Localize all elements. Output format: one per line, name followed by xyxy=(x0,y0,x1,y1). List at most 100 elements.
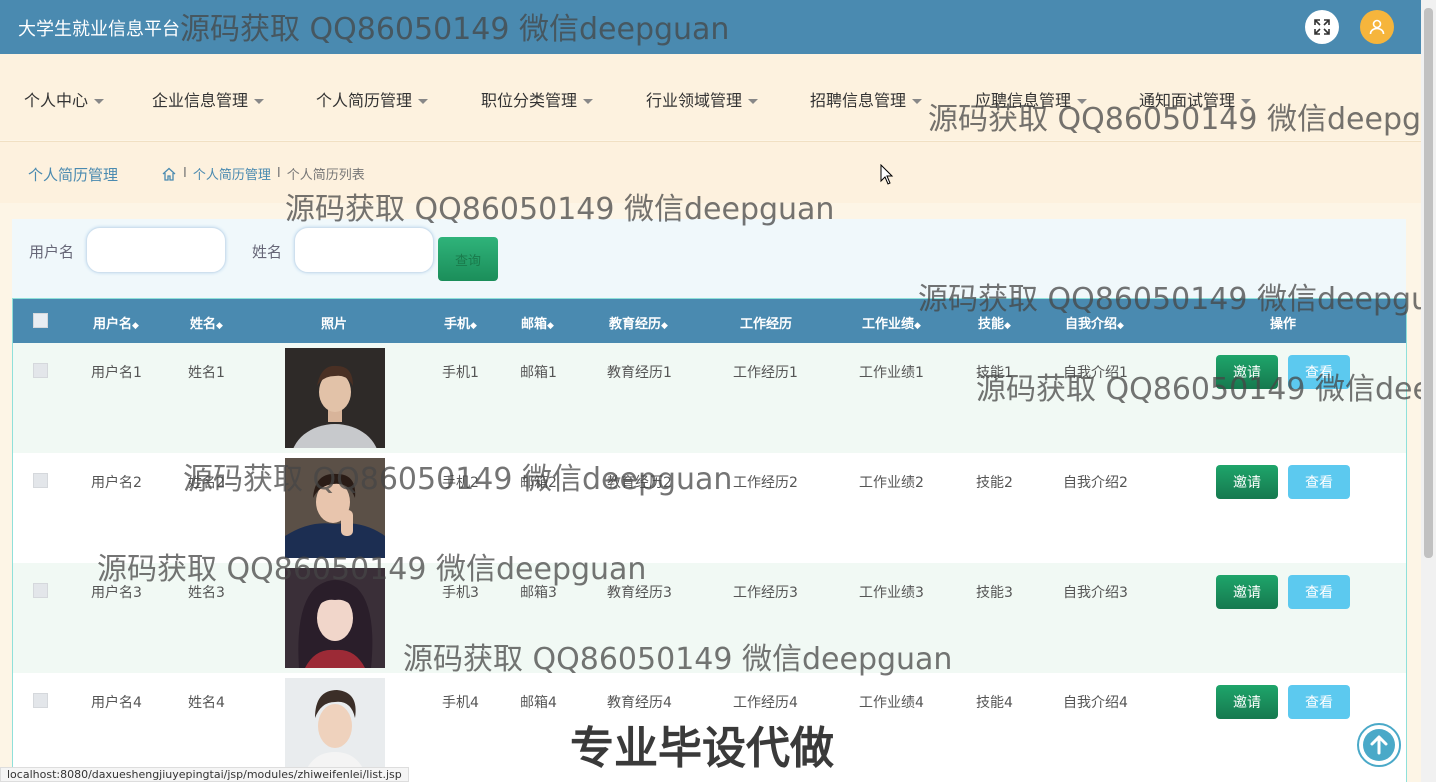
column-achievement[interactable]: 工作业绩◆ xyxy=(862,313,921,332)
cell-work: 工作经历3 xyxy=(733,585,798,601)
breadcrumb-level2: 个人简历列表 xyxy=(286,168,365,183)
row-checkbox[interactable] xyxy=(33,363,48,378)
sort-icon: ◆ xyxy=(470,321,477,331)
user-icon xyxy=(1369,19,1385,35)
cell-intro: 自我介绍2 xyxy=(1063,475,1128,491)
fullscreen-button[interactable] xyxy=(1305,10,1339,44)
page-scrollbar[interactable] xyxy=(1421,0,1436,782)
sort-icon: ◆ xyxy=(661,321,668,331)
row-checkbox[interactable] xyxy=(33,473,48,488)
column-intro[interactable]: 自我介绍◆ xyxy=(1065,313,1124,332)
resume-photo xyxy=(285,678,385,778)
row-checkbox[interactable] xyxy=(33,693,48,708)
cell-phone: 手机1 xyxy=(442,365,479,381)
sort-icon: ◆ xyxy=(914,321,921,331)
main-menu: 个人中心 企业信息管理 个人简历管理 职位分类管理 行业领域管理 招聘信息管理 … xyxy=(0,54,1421,140)
cell-work: 工作经历2 xyxy=(733,475,798,491)
cell-username: 用户名2 xyxy=(91,475,142,491)
name-search-input[interactable] xyxy=(294,227,434,273)
cell-achievement: 工作业绩4 xyxy=(859,695,924,711)
resume-photo xyxy=(285,348,385,448)
menu-item-application[interactable]: 应聘信息管理 xyxy=(975,87,1088,111)
search-button[interactable]: 查询 xyxy=(438,237,498,281)
sort-icon: ◆ xyxy=(1004,321,1011,331)
table-header: 用户名◆ 姓名◆ 照片 手机◆ 邮箱◆ 教育经历◆ 工作经历 工作业绩◆ 技能◆… xyxy=(13,299,1406,343)
chevron-down-icon xyxy=(912,99,923,104)
menu-item-industry[interactable]: 行业领域管理 xyxy=(646,87,759,111)
search-form: 用户名 姓名 查询 xyxy=(12,219,1406,299)
breadcrumb-level1[interactable]: 个人简历管理 xyxy=(193,164,271,183)
menu-item-interview[interactable]: 通知面试管理 xyxy=(1139,87,1252,111)
menu-item-resume[interactable]: 个人简历管理 xyxy=(316,87,429,111)
menu-item-job-category[interactable]: 职位分类管理 xyxy=(481,87,594,111)
menu-item-company[interactable]: 企业信息管理 xyxy=(152,87,265,111)
cell-username: 用户名3 xyxy=(91,585,142,601)
cell-email: 邮箱1 xyxy=(520,365,557,381)
resume-photo xyxy=(285,458,385,558)
resume-photo xyxy=(285,568,385,668)
column-work: 工作经历 xyxy=(740,317,793,332)
table-row: 用户名1 姓名1 手机1 邮箱1 教育经历1 工作经历1 工作业绩1 技能1 自… xyxy=(13,343,1406,453)
page-title: 个人简历管理 xyxy=(28,166,119,184)
cell-intro: 自我介绍3 xyxy=(1063,585,1128,601)
invite-button[interactable]: 邀请 xyxy=(1216,575,1278,609)
column-education[interactable]: 教育经历◆ xyxy=(609,313,668,332)
cell-name: 姓名2 xyxy=(188,475,225,491)
column-name[interactable]: 姓名◆ xyxy=(190,313,223,332)
cell-achievement: 工作业绩2 xyxy=(859,475,924,491)
cell-username: 用户名4 xyxy=(91,695,142,711)
status-url: localhost:8080/daxueshengjiuyepingtai/js… xyxy=(0,767,409,782)
column-username[interactable]: 用户名◆ xyxy=(93,313,139,332)
top-header: 大学生就业信息平台 xyxy=(0,0,1421,54)
invite-button[interactable]: 邀请 xyxy=(1216,465,1278,499)
chevron-down-icon xyxy=(583,99,594,104)
sort-icon: ◆ xyxy=(132,321,139,331)
cell-email: 邮箱2 xyxy=(520,475,557,491)
scrollbar-thumb[interactable] xyxy=(1424,8,1433,558)
column-action: 操作 xyxy=(1270,317,1297,332)
sort-icon: ◆ xyxy=(216,321,223,331)
column-skill[interactable]: 技能◆ xyxy=(978,313,1011,332)
row-checkbox[interactable] xyxy=(33,583,48,598)
chevron-down-icon xyxy=(418,99,429,104)
table-row: 用户名3 姓名3 手机3 邮箱3 教育经历3 工作经历3 工作业绩3 技能3 自… xyxy=(13,563,1406,673)
resume-table: 用户名◆ 姓名◆ 照片 手机◆ 邮箱◆ 教育经历◆ 工作经历 工作业绩◆ 技能◆… xyxy=(12,298,1407,782)
column-phone[interactable]: 手机◆ xyxy=(444,313,477,332)
cell-phone: 手机2 xyxy=(442,475,479,491)
sort-icon: ◆ xyxy=(547,321,554,331)
back-to-top-button[interactable] xyxy=(1357,723,1401,767)
cell-name: 姓名1 xyxy=(188,365,225,381)
breadcrumb-separator: I xyxy=(276,166,281,181)
cell-name: 姓名3 xyxy=(188,585,225,601)
breadcrumb-bar: 个人简历管理 I 个人简历管理 I 个人简历列表 xyxy=(0,141,1421,203)
column-email[interactable]: 邮箱◆ xyxy=(521,313,554,332)
chevron-down-icon xyxy=(748,99,759,104)
cell-skill: 技能3 xyxy=(976,585,1013,601)
select-all-checkbox[interactable] xyxy=(33,313,48,328)
cell-email: 邮箱3 xyxy=(520,585,557,601)
cell-education: 教育经历3 xyxy=(607,585,672,601)
app-title: 大学生就业信息平台 xyxy=(18,19,180,40)
name-label: 姓名 xyxy=(252,243,283,261)
cell-phone: 手机4 xyxy=(442,695,479,711)
chevron-down-icon xyxy=(1241,99,1252,104)
chevron-down-icon xyxy=(94,99,105,104)
menu-item-recruitment[interactable]: 招聘信息管理 xyxy=(810,87,923,111)
view-button[interactable]: 查看 xyxy=(1288,465,1350,499)
invite-button[interactable]: 邀请 xyxy=(1216,685,1278,719)
chevron-down-icon xyxy=(254,99,265,104)
view-button[interactable]: 查看 xyxy=(1288,575,1350,609)
user-avatar-button[interactable] xyxy=(1360,10,1394,44)
cell-achievement: 工作业绩3 xyxy=(859,585,924,601)
menu-item-personal-center[interactable]: 个人中心 xyxy=(24,87,105,111)
sort-icon: ◆ xyxy=(1117,321,1124,331)
invite-button[interactable]: 邀请 xyxy=(1216,355,1278,389)
cell-education: 教育经历1 xyxy=(607,365,672,381)
view-button[interactable]: 查看 xyxy=(1288,685,1350,719)
view-button[interactable]: 查看 xyxy=(1288,355,1350,389)
arrow-up-icon xyxy=(1363,729,1395,761)
home-icon[interactable] xyxy=(161,166,177,182)
cell-intro: 自我介绍4 xyxy=(1063,695,1128,711)
username-search-input[interactable] xyxy=(86,227,226,273)
chevron-down-icon xyxy=(1077,99,1088,104)
